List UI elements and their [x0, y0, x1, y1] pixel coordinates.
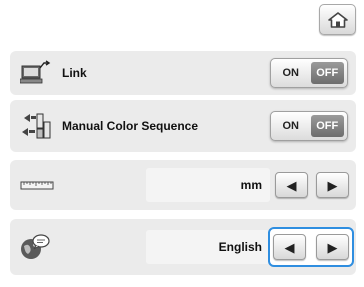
unit-value-display: mm [146, 168, 270, 202]
link-setting-row: Link ON OFF [10, 51, 356, 95]
link-off-button[interactable]: OFF [310, 62, 344, 84]
manual-color-sequence-label: Manual Color Sequence [62, 119, 199, 133]
home-button[interactable] [319, 4, 356, 35]
unit-right-arrow-button[interactable]: ▶ [316, 172, 349, 198]
right-arrow-icon: ▶ [327, 177, 338, 193]
manual-color-off-button[interactable]: OFF [310, 115, 344, 137]
language-arrow-group: ◀ ▶ [268, 227, 354, 267]
language-setting-row: English ◀ ▶ [10, 219, 356, 275]
language-left-arrow-button[interactable]: ◀ [273, 234, 306, 260]
globe-language-icon [21, 234, 50, 259]
top-bar [0, 0, 364, 42]
link-monitor-icon [20, 60, 51, 84]
unit-setting-row: mm ◀ ▶ [10, 160, 356, 210]
unit-arrow-group: ◀ ▶ [272, 168, 352, 202]
settings-screen: Link ON OFF Manual Color Sequence ON OFF… [0, 0, 364, 287]
home-icon [327, 11, 348, 28]
language-right-arrow-button[interactable]: ▶ [316, 234, 349, 260]
link-on-button[interactable]: ON [274, 62, 308, 84]
manual-color-sequence-row: Manual Color Sequence ON OFF [10, 100, 356, 152]
language-value-display: English [146, 230, 270, 264]
left-arrow-icon: ◀ [286, 177, 297, 193]
color-sequence-icon [22, 113, 51, 139]
right-arrow-icon: ▶ [327, 239, 338, 255]
left-arrow-icon: ◀ [284, 239, 295, 255]
link-toggle: ON OFF [270, 58, 348, 88]
ruler-icon [20, 181, 54, 190]
unit-left-arrow-button[interactable]: ◀ [275, 172, 308, 198]
link-label: Link [62, 66, 87, 80]
manual-color-on-button[interactable]: ON [274, 115, 308, 137]
manual-color-sequence-toggle: ON OFF [270, 111, 348, 141]
